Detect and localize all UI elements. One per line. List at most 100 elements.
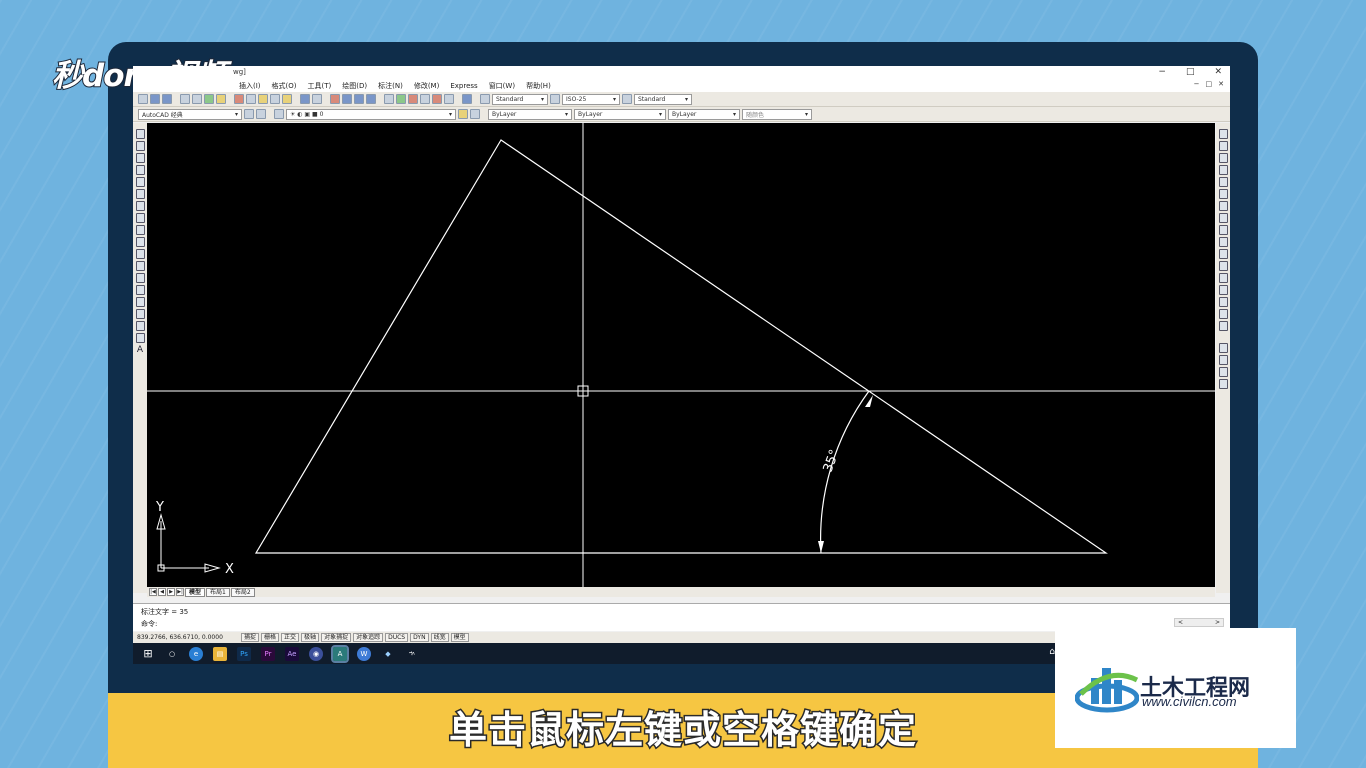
after-effects-icon[interactable]: Ae [285,646,299,661]
app-s-icon[interactable]: ኍ [405,647,419,661]
fillet-icon[interactable] [1218,309,1228,319]
app-doc-icon[interactable]: ◆ [381,647,395,661]
menu-help[interactable]: 帮助(H) [526,81,551,91]
offset-icon[interactable] [1218,165,1228,175]
design-center-icon[interactable] [396,94,406,104]
print-preview-icon[interactable] [192,94,202,104]
copy-object-icon[interactable] [1218,141,1228,151]
menu-window[interactable]: 窗口(W) [489,81,515,91]
make-current-layer-icon[interactable] [458,109,468,119]
command-window[interactable]: 标注文字 = 35 命令: < > [133,603,1230,631]
photoshop-icon[interactable]: Ps [237,646,251,661]
paste-icon[interactable] [258,94,268,104]
tool-palettes-icon[interactable] [408,94,418,104]
open-icon[interactable] [150,94,160,104]
scroll-left-button[interactable]: < [1178,619,1183,626]
hatch-icon[interactable] [135,297,145,307]
bring-front-icon[interactable] [1218,355,1228,365]
ellipse-arc-icon[interactable] [135,249,145,259]
save-icon[interactable] [162,94,172,104]
drawing-canvas[interactable]: 35° Y X [147,123,1215,587]
tab-model[interactable]: 模型 [185,587,206,597]
array-icon[interactable] [1218,177,1228,187]
match-properties-icon[interactable] [270,94,280,104]
table-style-select[interactable]: Standard ▾ [634,93,692,105]
doc-close-button[interactable]: ✕ [1218,80,1224,88]
make-block-icon[interactable] [135,273,145,283]
close-button[interactable]: ✕ [1214,67,1222,77]
table-icon[interactable] [135,333,145,343]
multiline-text-icon[interactable]: A [136,345,145,355]
menu-draw[interactable]: 绘图(D) [342,81,367,91]
browser-icon[interactable]: ◉ [309,646,323,661]
trim-icon[interactable] [1218,237,1228,247]
menu-tools[interactable]: 工具(T) [308,81,332,91]
minimize-button[interactable]: − [1158,67,1166,77]
tab-layout1[interactable]: 布局1 [206,587,230,597]
zoom-window-icon[interactable] [354,94,364,104]
doc-restore-button[interactable]: □ [1206,80,1213,88]
tab-first-button[interactable]: |◀ [149,588,157,596]
zoom-previous-icon[interactable] [366,94,376,104]
calculator-icon[interactable] [444,94,454,104]
join-icon[interactable] [1218,285,1228,295]
app-w-icon[interactable]: W [357,646,371,661]
osnap-toggle[interactable]: 对象捕捉 [321,633,352,642]
snap-toggle[interactable]: 捕捉 [241,633,260,642]
explode-icon[interactable] [1218,321,1228,331]
lineweight-toggle[interactable]: 线宽 [430,633,449,642]
stretch-icon[interactable] [1218,225,1228,235]
workspace-settings-icon[interactable] [244,109,254,119]
markup-icon[interactable] [432,94,442,104]
redo-icon[interactable] [312,94,322,104]
layer-previous-icon[interactable] [470,109,480,119]
break-icon[interactable] [1218,273,1228,283]
autocad-icon[interactable]: A [331,644,349,663]
menu-format[interactable]: 格式(O) [272,81,297,91]
tab-layout2[interactable]: 布局2 [230,587,255,597]
layer-manager-icon[interactable] [274,109,284,119]
draw-order-icon[interactable] [1218,343,1228,353]
menu-express[interactable]: Express [450,82,477,90]
menu-dimension[interactable]: 标注(N) [378,81,403,91]
plotstyle-select[interactable]: 随颜色 ▾ [742,108,812,120]
revision-cloud-icon[interactable] [135,213,145,223]
copy-icon[interactable] [246,94,256,104]
menu-modify[interactable]: 修改(M) [414,81,440,91]
help-icon[interactable] [462,94,472,104]
move-icon[interactable] [1218,189,1228,199]
polar-toggle[interactable]: 极轴 [301,633,320,642]
edge-icon[interactable]: e [189,646,203,661]
doc-minimize-button[interactable]: − [1194,80,1200,88]
workspace-save-icon[interactable] [256,109,266,119]
workspace-select[interactable]: AutoCAD 经典 ▾ [138,108,242,120]
command-prompt[interactable]: 命令: [141,619,157,629]
extend-icon[interactable] [1218,249,1228,259]
premiere-icon[interactable]: Pr [261,646,275,661]
insert-block-icon[interactable] [135,261,145,271]
menu-insert[interactable]: 插入(I) [239,81,261,91]
otrack-toggle[interactable]: 对象追踪 [353,633,384,642]
text-style-select[interactable]: Standard ▾ [492,93,548,105]
plot-icon[interactable] [216,94,226,104]
command-scrollbar[interactable]: < > [1174,618,1224,627]
line-icon[interactable] [135,129,145,139]
mirror-icon[interactable] [1218,153,1228,163]
chamfer-icon[interactable] [1218,297,1228,307]
send-back-icon[interactable] [1218,367,1228,377]
publish-icon[interactable] [204,94,214,104]
dyn-toggle[interactable]: DYN [410,633,429,642]
undo-icon[interactable] [300,94,310,104]
dim-style-select[interactable]: ISO-25 ▾ [562,93,620,105]
tab-last-button[interactable]: ▶| [176,588,184,596]
tab-next-button[interactable]: ▶ [167,588,175,596]
sheet-set-icon[interactable] [420,94,430,104]
file-explorer-icon[interactable]: ▤ [213,646,227,661]
search-icon[interactable]: ○ [165,647,179,661]
new-icon[interactable] [138,94,148,104]
erase-icon[interactable] [1218,129,1228,139]
scroll-right-button[interactable]: > [1215,619,1220,626]
region-icon[interactable] [135,321,145,331]
model-toggle[interactable]: 模型 [450,633,469,642]
rectangle-icon[interactable] [135,177,145,187]
